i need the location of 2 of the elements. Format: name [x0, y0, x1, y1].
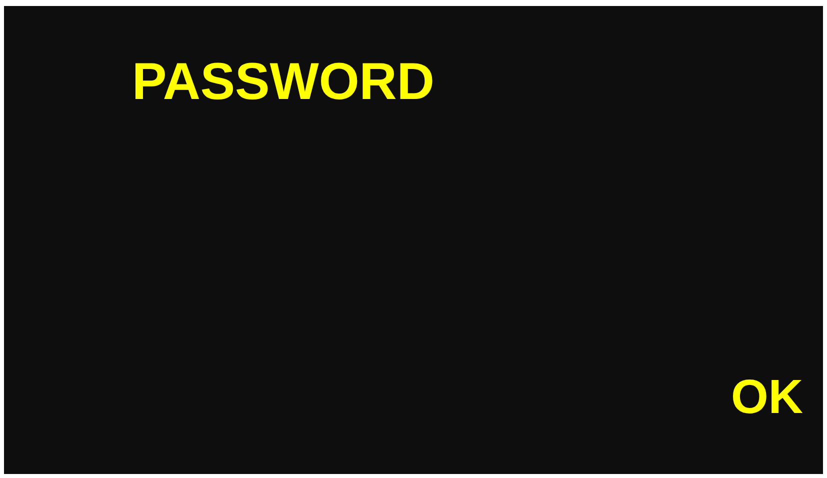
title: PASSWORD: [132, 53, 434, 111]
ok-button[interactable]: OK: [731, 370, 803, 426]
